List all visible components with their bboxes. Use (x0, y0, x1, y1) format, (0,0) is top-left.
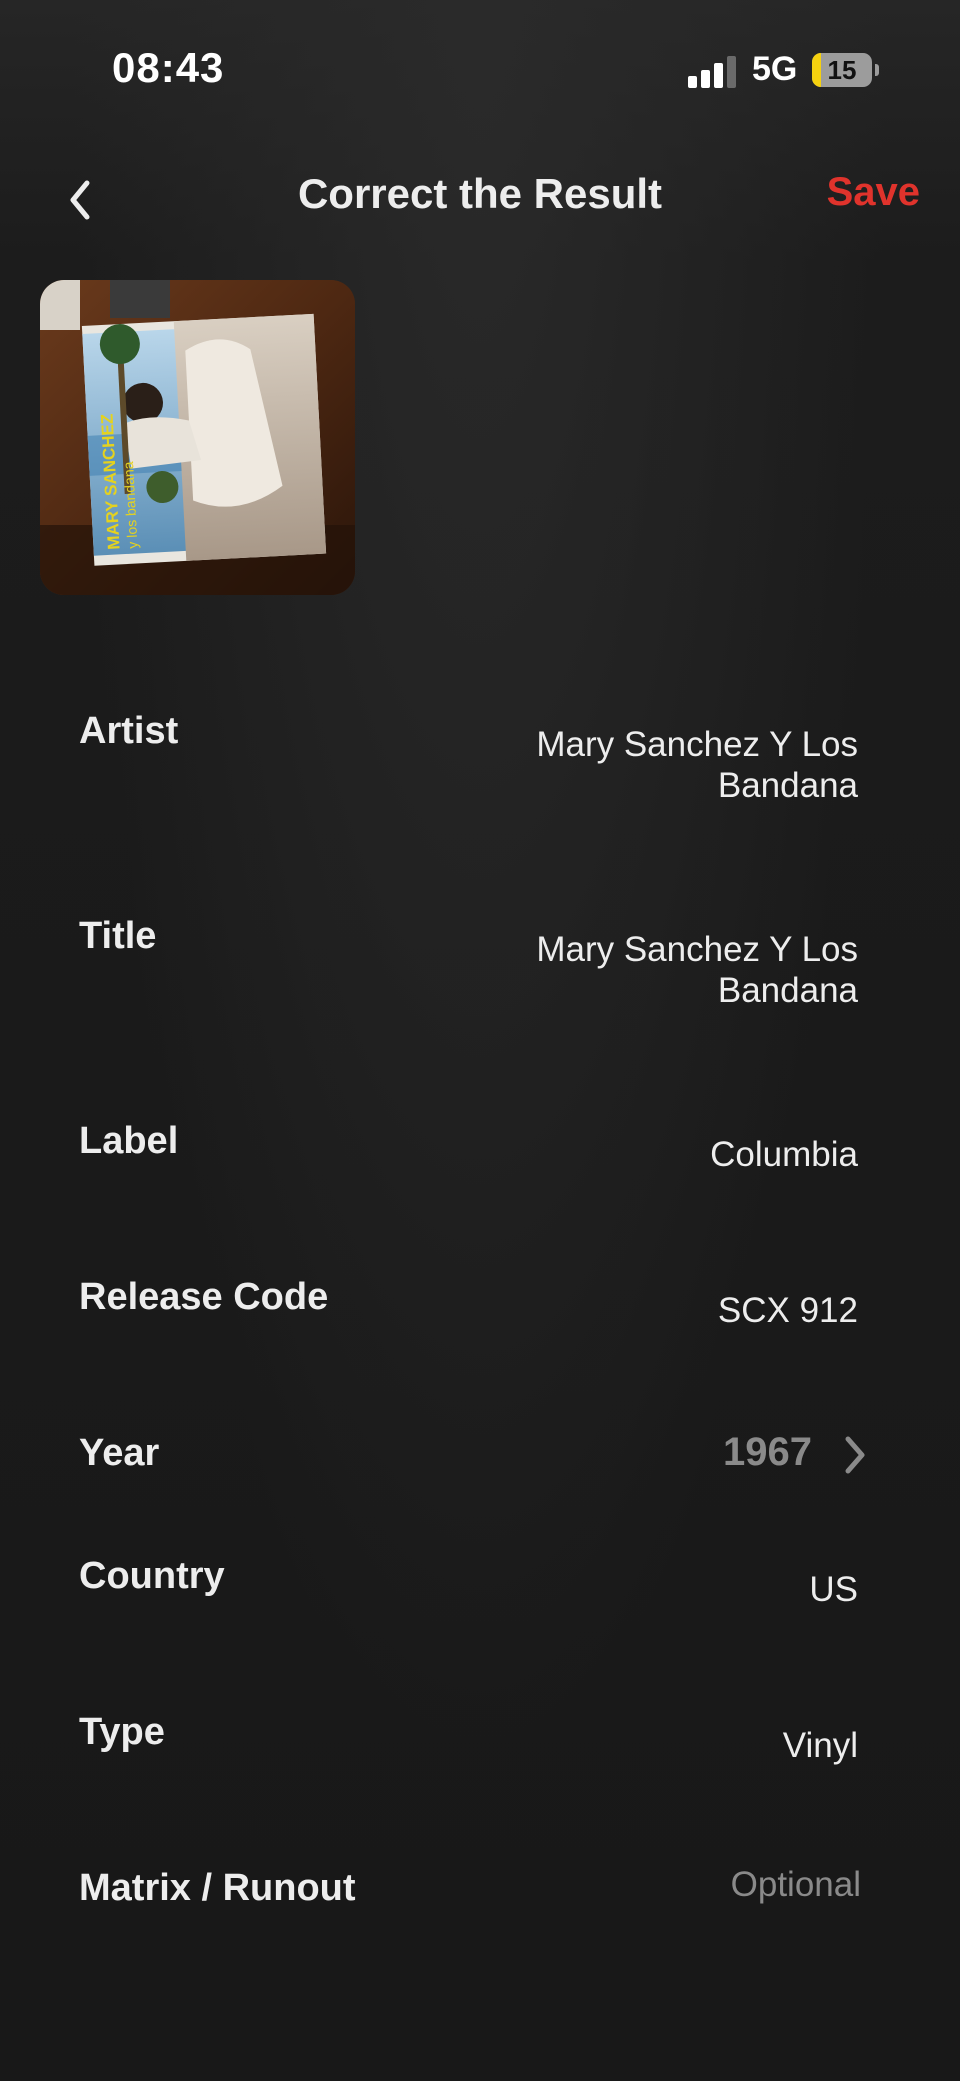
title-value[interactable]: Mary Sanchez Y Los Bandana (438, 929, 858, 1011)
chevron-left-icon (70, 180, 90, 220)
signal-bar-2 (701, 70, 710, 88)
artist-value[interactable]: Mary Sanchez Y Los Bandana (438, 724, 858, 806)
record-label-label: Label (79, 1120, 179, 1162)
battery-tip (875, 64, 879, 76)
matrix-runout-input[interactable]: Optional (441, 1864, 861, 1905)
signal-bar-3 (714, 63, 723, 88)
title-label: Title (79, 915, 157, 957)
record-label-value[interactable]: Columbia (438, 1134, 858, 1175)
page-title: Correct the Result (297, 170, 663, 217)
year-label: Year (79, 1432, 160, 1474)
album-cover-image: MARY SANCHEZ y los bandana (40, 280, 355, 595)
cellular-signal-icon (688, 56, 736, 88)
battery-icon: 15 (812, 53, 872, 87)
matrix-runout-label: Matrix / Runout (79, 1867, 356, 1909)
artist-label: Artist (79, 710, 179, 752)
country-value[interactable]: US (438, 1569, 858, 1610)
signal-bar-4 (727, 56, 736, 88)
type-value[interactable]: Vinyl (438, 1725, 858, 1766)
status-bar: 08:43 5G 15 (0, 0, 960, 140)
type-label: Type (79, 1711, 165, 1753)
album-cover-photo[interactable]: MARY SANCHEZ y los bandana (40, 280, 355, 595)
release-code-value[interactable]: SCX 912 (438, 1290, 858, 1331)
network-type: 5G (752, 50, 798, 88)
chevron-right-icon[interactable] (840, 1434, 870, 1476)
save-button[interactable]: Save (827, 170, 920, 215)
screen: 08:43 5G 15 Correct the Result Save MARY… (0, 0, 960, 2081)
battery-percent: 15 (827, 55, 857, 85)
signal-bar-1 (688, 76, 697, 88)
country-label: Country (79, 1555, 225, 1597)
release-code-label: Release Code (79, 1276, 329, 1318)
back-button[interactable] (52, 168, 108, 232)
status-time: 08:43 (112, 44, 225, 91)
year-value[interactable]: 1967 (723, 1430, 812, 1475)
